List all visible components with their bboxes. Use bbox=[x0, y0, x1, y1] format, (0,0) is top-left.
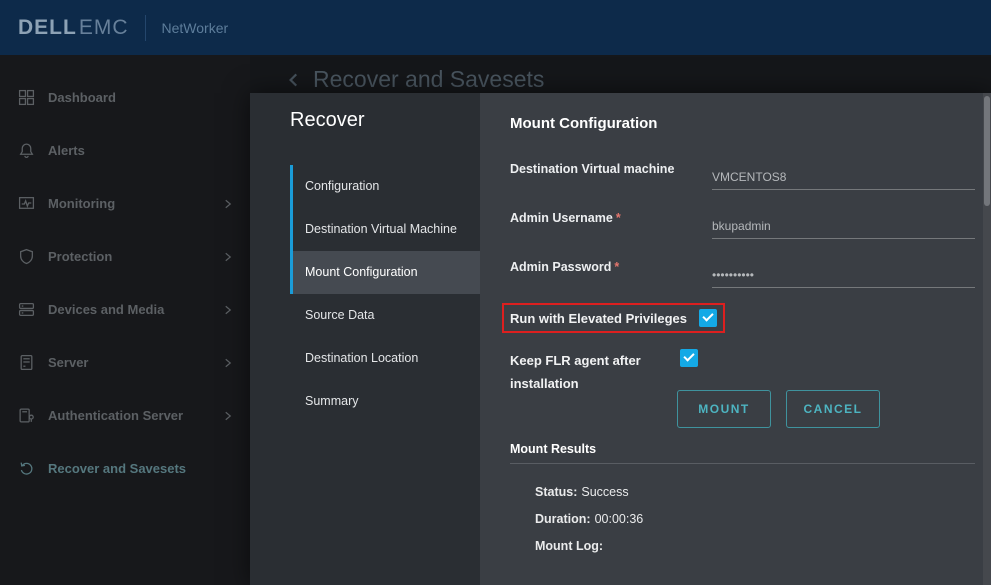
wizard-steps: Configuration Destination Virtual Machin… bbox=[290, 165, 480, 423]
sidebar-item-label: Server bbox=[48, 355, 88, 370]
step-summary[interactable]: Summary bbox=[290, 380, 480, 423]
field-label-text: Admin Password bbox=[510, 260, 611, 274]
steps-progress-bar bbox=[290, 165, 293, 294]
chevron-right-icon bbox=[222, 304, 234, 316]
result-label: Status: bbox=[535, 485, 577, 499]
sidebar-item-label: Alerts bbox=[48, 143, 85, 158]
sidebar-item-label: Protection bbox=[48, 249, 112, 264]
page-header: Recover and Savesets bbox=[285, 66, 544, 93]
dialog-actions: MOUNT CANCEL bbox=[677, 390, 880, 428]
form-fields: Destination Virtual machine VMCENTOS8 Ad… bbox=[510, 151, 975, 298]
field-label-text: Destination Virtual machine bbox=[510, 162, 674, 176]
chevron-right-icon bbox=[222, 410, 234, 422]
sidebar-item-label: Authentication Server bbox=[48, 408, 183, 423]
sidebar-item-label: Dashboard bbox=[48, 90, 116, 105]
dialog-title: Recover bbox=[290, 109, 364, 132]
admin-username-input[interactable]: bkupadmin bbox=[712, 219, 975, 239]
cancel-button[interactable]: CANCEL bbox=[786, 390, 880, 428]
result-label: Mount Log: bbox=[535, 539, 603, 553]
field-admin-username: Admin Username* bkupadmin bbox=[510, 200, 975, 249]
bell-icon bbox=[18, 142, 35, 159]
mount-configuration-panel: Mount Configuration Destination Virtual … bbox=[480, 93, 991, 585]
destination-virtual-machine-input[interactable]: VMCENTOS8 bbox=[712, 170, 975, 190]
field-label-text: Admin Username bbox=[510, 211, 613, 225]
server-icon bbox=[18, 354, 35, 371]
sidebar-item-label: Monitoring bbox=[48, 196, 115, 211]
required-mark: * bbox=[616, 211, 621, 225]
keep-flr-agent-label: Keep FLR agent after installation bbox=[510, 349, 660, 395]
field-destination-virtual-machine: Destination Virtual machine VMCENTOS8 bbox=[510, 151, 975, 200]
recover-dialog: Recover Configuration Destination Virtua… bbox=[250, 93, 991, 585]
top-bar: DELLEMC NetWorker bbox=[0, 0, 991, 55]
run-with-elevated-privileges-row: Run with Elevated Privileges bbox=[502, 303, 725, 333]
step-source-data[interactable]: Source Data bbox=[290, 294, 480, 337]
devices-icon bbox=[18, 301, 35, 318]
wizard-steps-panel: Recover Configuration Destination Virtua… bbox=[250, 93, 480, 585]
sidebar-nav: Dashboard Alerts Monitoring Protection D… bbox=[0, 55, 250, 585]
field-label: Admin Password* bbox=[510, 249, 712, 298]
field-admin-password: Admin Password* •••••••••• bbox=[510, 249, 975, 298]
chevron-right-icon bbox=[222, 251, 234, 263]
result-label: Duration: bbox=[535, 512, 591, 526]
field-label: Admin Username* bbox=[510, 200, 712, 249]
checkbox-section: Run with Elevated Privileges Keep FLR ag… bbox=[510, 303, 725, 395]
sidebar-item-dashboard[interactable]: Dashboard bbox=[0, 71, 250, 124]
step-mount-configuration[interactable]: Mount Configuration bbox=[290, 251, 480, 294]
monitoring-icon bbox=[18, 195, 35, 212]
step-destination-virtual-machine[interactable]: Destination Virtual Machine bbox=[290, 208, 480, 251]
sidebar-item-authentication-server[interactable]: Authentication Server bbox=[0, 389, 250, 442]
required-mark: * bbox=[614, 260, 619, 274]
chevron-right-icon bbox=[222, 198, 234, 210]
sidebar-item-devices-and-media[interactable]: Devices and Media bbox=[0, 283, 250, 336]
dell-emc-logo: DELLEMC bbox=[18, 16, 129, 40]
keep-flr-agent-row: Keep FLR agent after installation bbox=[510, 349, 725, 395]
sidebar-item-server[interactable]: Server bbox=[0, 336, 250, 389]
mount-results: Status: Success Duration: 00:00:36 Mount L… bbox=[535, 485, 643, 566]
keep-flr-agent-checkbox[interactable] bbox=[680, 349, 698, 367]
shield-icon bbox=[18, 248, 35, 265]
emc-logo-text: EMC bbox=[79, 16, 129, 39]
panel-title: Mount Configuration bbox=[510, 115, 657, 132]
sidebar-item-protection[interactable]: Protection bbox=[0, 230, 250, 283]
step-destination-location[interactable]: Destination Location bbox=[290, 337, 480, 380]
elevated-privileges-checkbox[interactable] bbox=[699, 309, 717, 327]
field-label: Destination Virtual machine bbox=[510, 151, 712, 200]
dashboard-icon bbox=[18, 89, 35, 106]
sidebar-item-monitoring[interactable]: Monitoring bbox=[0, 177, 250, 230]
result-row-status: Status: Success bbox=[535, 485, 643, 502]
mount-button[interactable]: MOUNT bbox=[677, 390, 771, 428]
recover-icon bbox=[18, 460, 35, 477]
result-value: 00:00:36 bbox=[595, 512, 644, 526]
scrollbar-thumb[interactable] bbox=[984, 96, 990, 206]
dialog-scrollbar[interactable] bbox=[983, 93, 991, 585]
sidebar-item-label: Recover and Savesets bbox=[48, 461, 186, 476]
chevron-right-icon bbox=[222, 357, 234, 369]
product-name: NetWorker bbox=[162, 20, 229, 36]
topbar-divider bbox=[145, 15, 146, 41]
page-title: Recover and Savesets bbox=[313, 66, 544, 93]
result-value: Success bbox=[581, 485, 628, 499]
sidebar-item-recover-and-savesets[interactable]: Recover and Savesets bbox=[0, 442, 250, 495]
sidebar-item-alerts[interactable]: Alerts bbox=[0, 124, 250, 177]
results-divider bbox=[510, 463, 975, 464]
result-row-duration: Duration: 00:00:36 bbox=[535, 512, 643, 529]
auth-server-icon bbox=[18, 407, 35, 424]
dell-logo-text: DELL bbox=[18, 16, 77, 39]
result-row-mount-log: Mount Log: bbox=[535, 539, 643, 556]
admin-password-input[interactable]: •••••••••• bbox=[712, 268, 975, 288]
elevated-privileges-label: Run with Elevated Privileges bbox=[510, 311, 687, 326]
step-configuration[interactable]: Configuration bbox=[290, 165, 480, 208]
sidebar-item-label: Devices and Media bbox=[48, 302, 164, 317]
back-chevron-icon[interactable] bbox=[285, 71, 303, 89]
mount-results-title: Mount Results bbox=[510, 442, 596, 456]
